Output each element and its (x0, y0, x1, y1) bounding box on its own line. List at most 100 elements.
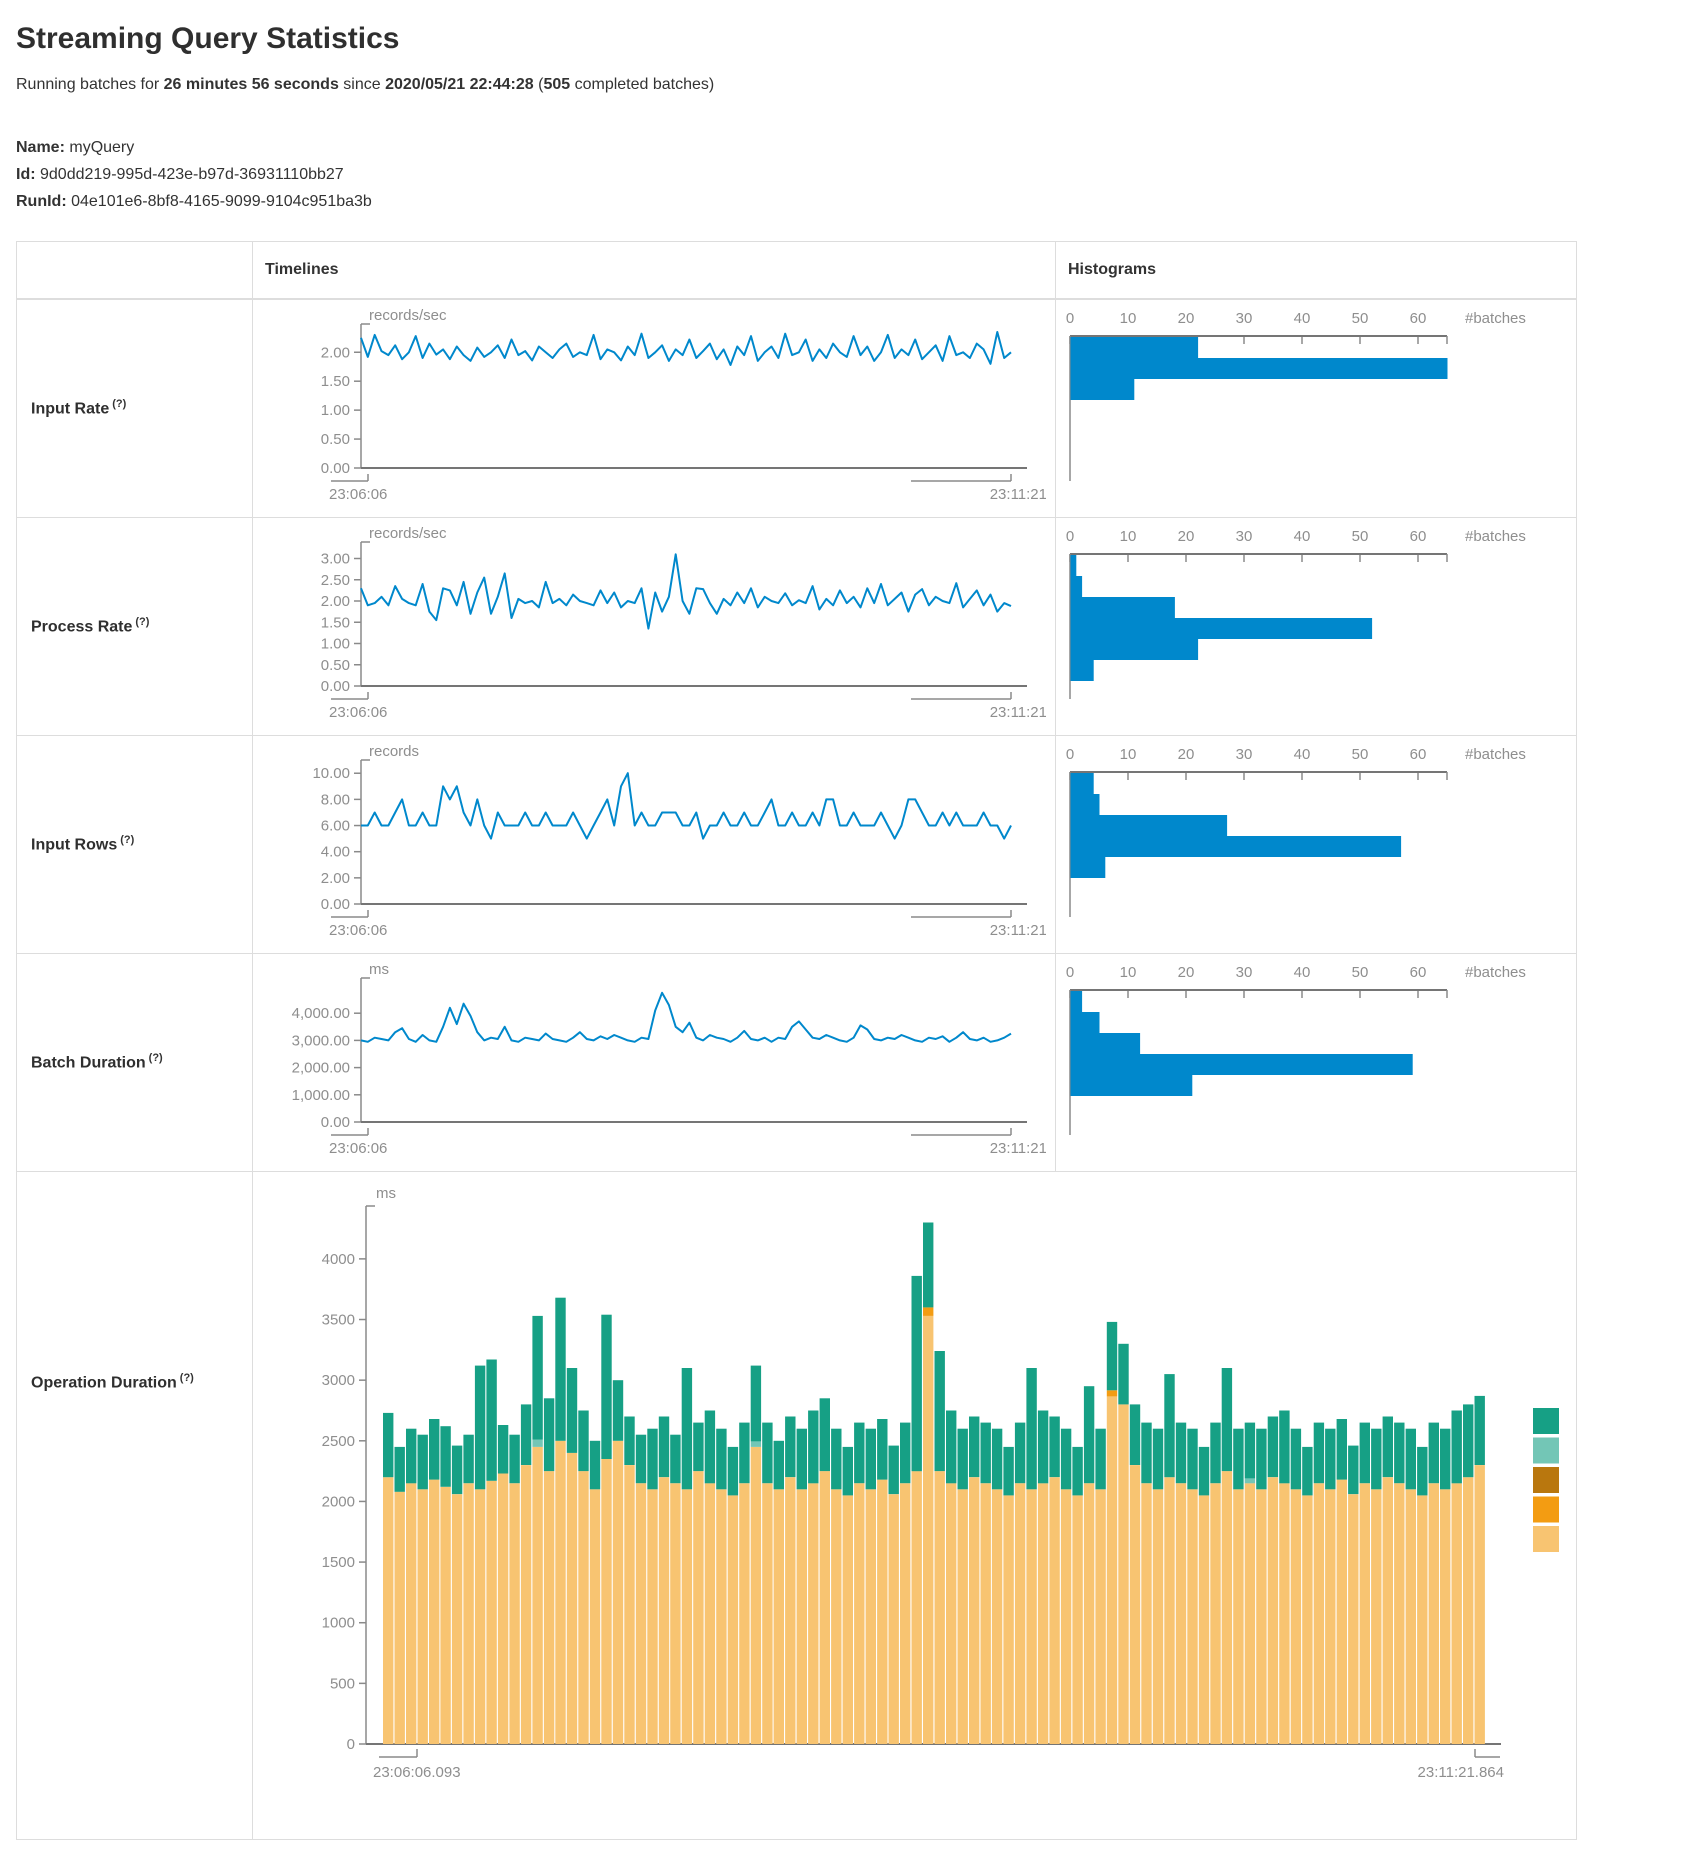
batch-duration-row: Batch Duration(?) ms4,000.003,000.002,00… (17, 954, 1577, 1172)
input-rows-timeline-chart: records10.008.006.004.002.000.0023:06:06… (261, 742, 1046, 942)
svg-text:10: 10 (1120, 964, 1137, 981)
query-name-line: Name: myQuery (16, 134, 1677, 161)
svg-text:20: 20 (1178, 310, 1195, 327)
help-icon[interactable]: (?) (120, 834, 134, 846)
input-rows-label-cell: Input Rows(?) (17, 736, 253, 954)
summary-open-paren: ( (534, 76, 544, 93)
svg-text:0.00: 0.00 (321, 460, 350, 477)
svg-text:3500: 3500 (322, 1312, 355, 1329)
svg-text:0.00: 0.00 (321, 678, 350, 695)
input-rows-row: Input Rows(?) records10.008.006.004.002.… (17, 736, 1577, 954)
query-id-line: Id: 9d0dd219-995d-423e-b97d-36931110bb27 (16, 161, 1677, 188)
page-title: Streaming Query Statistics (16, 22, 1677, 56)
svg-text:60: 60 (1410, 310, 1427, 327)
query-runid-line: RunId: 04e101e6-8bf8-4165-9099-9104c951b… (16, 188, 1677, 215)
svg-text:40: 40 (1294, 310, 1311, 327)
svg-text:0.00: 0.00 (321, 1114, 350, 1131)
svg-text:records/sec: records/sec (369, 307, 447, 324)
svg-text:20: 20 (1178, 746, 1195, 763)
input-rate-row: Input Rate(?) records/sec2.001.501.000.5… (17, 299, 1577, 518)
timelines-header: Timelines (253, 242, 1056, 300)
legend-swatch[interactable] (1533, 1408, 1559, 1434)
svg-text:0: 0 (1066, 746, 1074, 763)
row-label: Input Rate (31, 401, 109, 418)
svg-text:40: 40 (1294, 746, 1311, 763)
svg-text:10: 10 (1120, 528, 1137, 545)
summary-prefix: Running batches for (16, 76, 164, 93)
svg-text:30: 30 (1236, 746, 1253, 763)
svg-text:0.00: 0.00 (321, 896, 350, 913)
operation-duration-label-cell: Operation Duration(?) (17, 1172, 253, 1840)
svg-text:0: 0 (1066, 964, 1074, 981)
id-label: Id: (16, 166, 36, 183)
svg-text:2500: 2500 (322, 1433, 355, 1450)
summary-mid: since (339, 76, 385, 93)
summary-since-timestamp: 2020/05/21 22:44:28 (385, 76, 534, 93)
svg-text:records: records (369, 743, 419, 760)
svg-text:#batches: #batches (1465, 310, 1526, 327)
batch-duration-histogram-cell: 0102030405060#batches (1056, 954, 1577, 1172)
svg-text:1,000.00: 1,000.00 (292, 1087, 350, 1104)
svg-text:23:06:06.093: 23:06:06.093 (373, 1764, 461, 1781)
help-icon[interactable]: (?) (112, 398, 126, 410)
id-value: 9d0dd219-995d-423e-b97d-36931110bb27 (40, 166, 344, 183)
operation-duration-row: Operation Duration(?) ms4000350030002500… (17, 1172, 1577, 1840)
svg-text:8.00: 8.00 (321, 791, 350, 808)
svg-text:23:11:21: 23:11:21 (990, 1140, 1046, 1157)
process-rate-row: Process Rate(?) records/sec3.002.502.001… (17, 518, 1577, 736)
svg-text:0: 0 (1066, 528, 1074, 545)
legend-swatch[interactable] (1533, 1467, 1559, 1493)
operation-duration-chart-cell: ms4000350030002500200015001000500023:06:… (253, 1172, 1577, 1840)
svg-text:4.00: 4.00 (321, 844, 350, 861)
summary-suffix: completed batches) (570, 76, 714, 93)
help-icon[interactable]: (?) (180, 1372, 194, 1384)
svg-text:6.00: 6.00 (321, 818, 350, 835)
input-rows-timeline-cell: records10.008.006.004.002.000.0023:06:06… (253, 736, 1056, 954)
row-label: Operation Duration (31, 1374, 177, 1391)
svg-text:30: 30 (1236, 310, 1253, 327)
svg-text:2000: 2000 (322, 1493, 355, 1510)
svg-text:ms: ms (376, 1185, 396, 1202)
input-rate-timeline-cell: records/sec2.001.501.000.500.0023:06:062… (253, 299, 1056, 518)
svg-text:50: 50 (1352, 746, 1369, 763)
operation-duration-chart: ms4000350030002500200015001000500023:06:… (261, 1178, 1561, 1828)
svg-text:1.00: 1.00 (321, 636, 350, 653)
summary-duration: 26 minutes 56 seconds (164, 76, 339, 93)
svg-text:23:11:21: 23:11:21 (990, 486, 1046, 503)
row-label: Batch Duration (31, 1055, 146, 1072)
svg-text:30: 30 (1236, 964, 1253, 981)
histograms-header: Histograms (1056, 242, 1577, 300)
statistics-table: Timelines Histograms Input Rate(?) recor… (16, 241, 1577, 1840)
svg-text:1.50: 1.50 (321, 614, 350, 631)
svg-text:records/sec: records/sec (369, 525, 447, 542)
input-rate-label-cell: Input Rate(?) (17, 299, 253, 518)
svg-text:#batches: #batches (1465, 964, 1526, 981)
help-icon[interactable]: (?) (149, 1052, 163, 1064)
input-rate-timeline-chart: records/sec2.001.501.000.500.0023:06:062… (261, 306, 1046, 506)
svg-text:60: 60 (1410, 746, 1427, 763)
svg-text:2.00: 2.00 (321, 593, 350, 610)
summary-batch-count: 505 (543, 76, 570, 93)
svg-text:10: 10 (1120, 310, 1137, 327)
svg-text:23:06:06: 23:06:06 (329, 1140, 387, 1157)
svg-text:23:06:06: 23:06:06 (329, 704, 387, 721)
streaming-query-statistics-page: Streaming Query Statistics Running batch… (0, 0, 1693, 1856)
process-rate-timeline-cell: records/sec3.002.502.001.501.000.500.002… (253, 518, 1056, 736)
help-icon[interactable]: (?) (135, 616, 149, 628)
svg-text:ms: ms (369, 961, 389, 978)
svg-text:#batches: #batches (1465, 746, 1526, 763)
svg-text:0.50: 0.50 (321, 431, 350, 448)
svg-text:1500: 1500 (322, 1554, 355, 1571)
legend-swatch[interactable] (1533, 1497, 1559, 1523)
svg-text:0: 0 (1066, 310, 1074, 327)
legend-swatch[interactable] (1533, 1526, 1559, 1552)
svg-text:20: 20 (1178, 964, 1195, 981)
svg-text:30: 30 (1236, 528, 1253, 545)
process-rate-histogram-chart: 0102030405060#batches (1064, 524, 1564, 724)
svg-text:10.00: 10.00 (312, 765, 350, 782)
query-meta: Name: myQuery Id: 9d0dd219-995d-423e-b97… (16, 134, 1677, 215)
svg-text:60: 60 (1410, 528, 1427, 545)
svg-text:1000: 1000 (322, 1615, 355, 1632)
legend-swatch[interactable] (1533, 1438, 1559, 1464)
batch-duration-timeline-chart: ms4,000.003,000.002,000.001,000.000.0023… (261, 960, 1046, 1160)
